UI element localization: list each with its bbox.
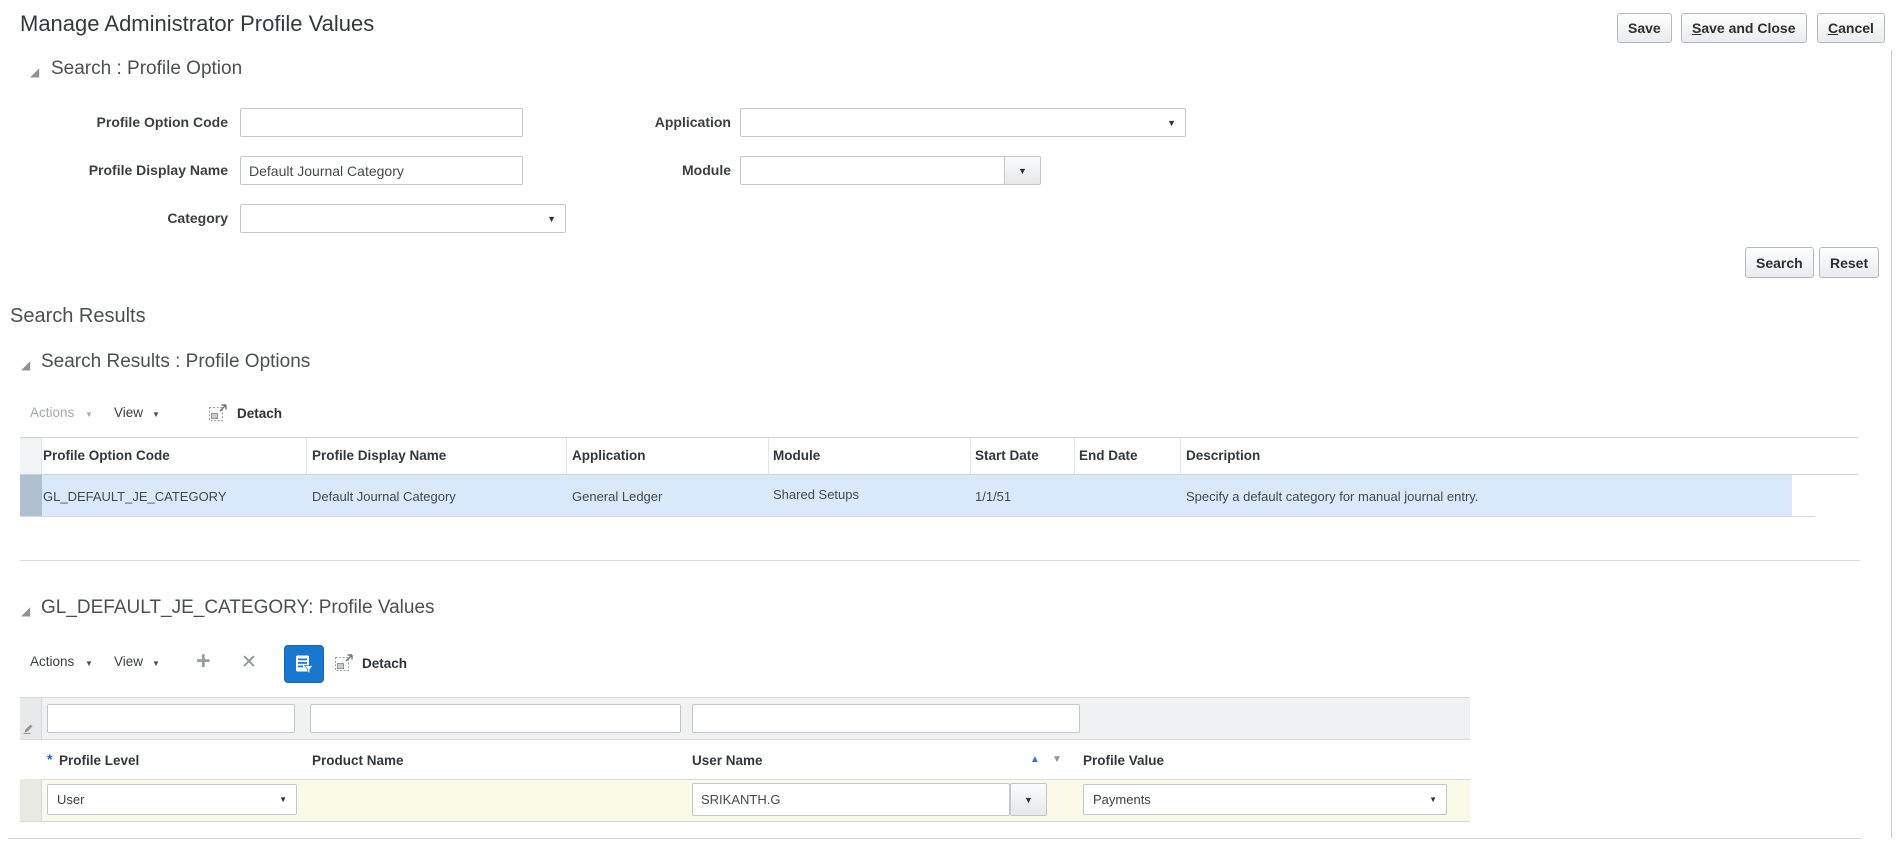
row-selector-cell[interactable]: [20, 475, 42, 516]
search-section-title: Search : Profile Option: [51, 58, 242, 80]
profile-level-select-value: User: [57, 792, 84, 807]
column-header-profile-value[interactable]: Profile Value: [1083, 753, 1164, 768]
user-name-dropdown-button[interactable]: ▼: [1010, 783, 1047, 816]
chevron-down-icon: ▼: [152, 659, 160, 668]
chevron-down-icon: ▼: [85, 659, 93, 668]
profile-values-detach-button[interactable]: Detach: [362, 656, 407, 671]
module-label: Module: [581, 156, 731, 185]
module-input[interactable]: [740, 156, 1005, 185]
section-divider: [20, 560, 1860, 561]
profile-values-view-menu[interactable]: View: [114, 654, 143, 669]
query-by-example-icon: [293, 653, 315, 675]
module-dropdown-button[interactable]: ▼: [1004, 156, 1041, 185]
column-header-application[interactable]: Application: [572, 448, 646, 463]
table-header-selector-cell: [20, 438, 42, 474]
filter-product-name-input[interactable]: [310, 704, 681, 733]
column-header-start-date[interactable]: Start Date: [975, 448, 1039, 463]
column-divider: [1074, 438, 1075, 474]
application-label: Application: [581, 108, 731, 137]
section-collapse-icon[interactable]: ◢: [21, 359, 30, 371]
reset-button-label: Reset: [1830, 255, 1868, 271]
column-header-description[interactable]: Description: [1186, 448, 1260, 463]
column-header-profile-level[interactable]: Profile Level: [59, 753, 139, 768]
section-collapse-icon[interactable]: ◢: [30, 66, 39, 78]
row-bottom-border: [20, 821, 1470, 822]
cell-module: Shared Setups: [773, 487, 859, 502]
filter-user-name-input[interactable]: [692, 704, 1080, 733]
chevron-down-icon: ▼: [279, 795, 287, 804]
pencil-icon: [22, 722, 35, 740]
section-collapse-icon[interactable]: ◢: [21, 605, 30, 617]
delete-row-icon[interactable]: ✕: [241, 653, 257, 672]
profile-value-select-value: Payments: [1093, 792, 1151, 807]
sort-ascending-icon[interactable]: ▲: [1030, 754, 1040, 765]
filter-row-selector-cell: [20, 698, 42, 739]
profile-values-actions-menu[interactable]: Actions: [30, 654, 74, 669]
add-row-icon[interactable]: +: [196, 649, 211, 674]
save-button-label: Save: [1628, 20, 1661, 36]
column-header-profile-option-code[interactable]: Profile Option Code: [43, 448, 170, 463]
profile-option-code-input[interactable]: [240, 108, 523, 137]
column-header-product-name[interactable]: Product Name: [312, 753, 404, 768]
search-button[interactable]: Search: [1745, 247, 1814, 278]
search-results-heading: Search Results: [10, 305, 146, 328]
cell-profile-display-name: Default Journal Category: [312, 489, 456, 504]
results-detach-button[interactable]: Detach: [237, 406, 282, 421]
row-selector-cell[interactable]: [20, 779, 42, 821]
user-name-input[interactable]: [692, 783, 1010, 816]
column-divider: [1180, 438, 1181, 474]
section-bottom-border: [8, 838, 1862, 839]
chevron-down-icon: ▼: [547, 214, 556, 224]
column-header-module[interactable]: Module: [773, 448, 820, 463]
cancel-button[interactable]: Cancel: [1817, 13, 1885, 43]
required-marker: *: [47, 751, 52, 767]
chevron-down-icon: ▼: [1429, 795, 1437, 804]
category-select[interactable]: ▼: [240, 204, 566, 233]
results-actions-menu[interactable]: Actions: [30, 405, 74, 420]
profile-display-name-input[interactable]: [240, 156, 523, 185]
table-row[interactable]: GL_DEFAULT_JE_CATEGORY Default Journal C…: [42, 475, 1792, 516]
results-section-title: Search Results : Profile Options: [41, 351, 310, 373]
cell-application: General Ledger: [572, 489, 662, 504]
cell-start-date: 1/1/51: [975, 489, 1011, 504]
cell-description: Specify a default category for manual jo…: [1186, 489, 1478, 504]
manage-administrator-profile-values-page: Manage Administrator Profile Values Save…: [0, 0, 1904, 845]
column-divider: [768, 438, 769, 474]
save-and-close-button[interactable]: Save and Close: [1681, 13, 1807, 43]
column-divider: [566, 438, 567, 474]
column-header-end-date[interactable]: End Date: [1079, 448, 1138, 463]
profile-display-name-label: Profile Display Name: [58, 156, 228, 185]
chevron-down-icon: ▼: [1167, 118, 1176, 128]
column-divider: [306, 438, 307, 474]
save-and-close-button-label: Save and Close: [1692, 20, 1796, 36]
cell-profile-option-code: GL_DEFAULT_JE_CATEGORY: [43, 489, 227, 504]
application-select[interactable]: ▼: [740, 108, 1186, 137]
sort-descending-icon[interactable]: ▼: [1052, 754, 1062, 765]
detach-icon[interactable]: [334, 652, 355, 678]
results-view-menu[interactable]: View: [114, 405, 143, 420]
search-button-label: Search: [1756, 255, 1803, 271]
column-divider: [970, 438, 971, 474]
category-label: Category: [58, 204, 228, 233]
query-by-example-button[interactable]: [284, 645, 324, 683]
cancel-button-label: Cancel: [1828, 20, 1874, 36]
save-button[interactable]: Save: [1617, 13, 1672, 43]
chevron-down-icon: ▼: [1024, 795, 1033, 805]
row-bottom-border: [20, 516, 1815, 517]
profile-values-section-title: GL_DEFAULT_JE_CATEGORY: Profile Values: [41, 597, 435, 619]
filter-profile-level-input[interactable]: [47, 704, 295, 733]
column-header-profile-display-name[interactable]: Profile Display Name: [312, 448, 446, 463]
column-header-user-name[interactable]: User Name: [692, 753, 763, 768]
profile-value-select[interactable]: Payments ▼: [1083, 784, 1447, 815]
reset-button[interactable]: Reset: [1819, 247, 1879, 278]
profile-level-select[interactable]: User ▼: [47, 784, 297, 815]
chevron-down-icon: ▼: [1018, 166, 1027, 176]
chevron-down-icon: ▼: [85, 410, 93, 419]
scrollbar-track[interactable]: [1891, 50, 1892, 838]
table-top-border: [20, 437, 1858, 438]
profile-option-code-label: Profile Option Code: [58, 108, 228, 137]
chevron-down-icon: ▼: [152, 410, 160, 419]
detach-icon[interactable]: [208, 402, 229, 428]
page-title: Manage Administrator Profile Values: [20, 11, 374, 37]
